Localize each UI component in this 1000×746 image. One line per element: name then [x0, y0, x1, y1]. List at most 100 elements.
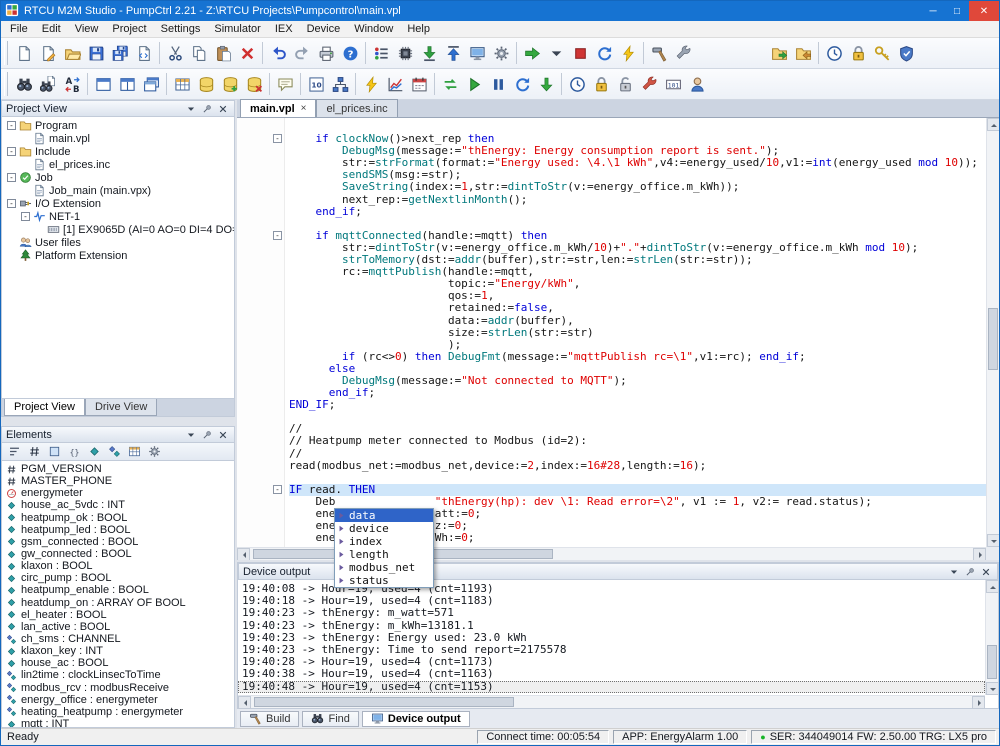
autocomplete-item-index[interactable]: index	[335, 535, 433, 548]
log-line[interactable]: 19:40:23 -> thEnergy: m_kWh=13181.1	[238, 620, 985, 632]
compile-button[interactable]	[369, 40, 393, 66]
find-files-button[interactable]	[36, 71, 60, 97]
lock-button[interactable]	[846, 40, 870, 66]
scrollbar-thumb[interactable]	[987, 645, 997, 679]
menu-iex[interactable]: IEX	[268, 21, 300, 37]
tree-item-program[interactable]: -Program	[2, 119, 234, 132]
code-line[interactable]: if (rc<>0) then DebugFmt(message:="mqttP…	[289, 351, 986, 363]
tree-item-1-ex9065d-ai-0-ao-0-di-4-do-5[interactable]: [1] EX9065D (AI=0 AO=0 DI=4 DO=5)	[2, 223, 234, 236]
key-button[interactable]	[870, 40, 894, 66]
refresh-button[interactable]	[592, 40, 616, 66]
hash-button[interactable]	[25, 444, 43, 460]
db3-button[interactable]	[242, 71, 266, 97]
bubble-button[interactable]	[273, 71, 297, 97]
element-mqtt-int[interactable]: mqtt : INT	[2, 718, 234, 728]
chevron-button[interactable]	[184, 428, 198, 441]
element-house-ac-5vdc-int[interactable]: house_ac_5vdc : INT	[2, 499, 234, 511]
autocomplete-item-data[interactable]: data	[335, 509, 433, 522]
redo-button[interactable]	[290, 40, 314, 66]
tab-build[interactable]: Build	[240, 711, 299, 727]
close-button[interactable]: ✕	[969, 1, 999, 21]
menu-edit[interactable]: Edit	[35, 21, 68, 37]
log-line[interactable]: 19:40:23 -> thEnergy: m_watt=571	[238, 607, 985, 619]
table-button[interactable]	[125, 444, 143, 460]
code-area[interactable]: if clockNow()>next_rep then DebugMsg(mes…	[286, 118, 986, 547]
closex-button[interactable]	[979, 565, 993, 578]
code-line[interactable]	[289, 411, 986, 423]
sort-button[interactable]	[5, 444, 23, 460]
undo-button[interactable]	[266, 40, 290, 66]
tab-main-vpl[interactable]: main.vpl×	[240, 99, 316, 117]
log-line[interactable]: 19:40:38 -> Hour=19, used=4 (cnt=1163)	[238, 668, 985, 680]
tree-item-user-files[interactable]: User files	[2, 236, 234, 249]
tree-item-job[interactable]: -Job	[2, 171, 234, 184]
element-lin2time-clocklinsectotime[interactable]: lin2time : clockLinsecToTime	[2, 669, 234, 681]
element-circ-pump-bool[interactable]: circ_pump : BOOL	[2, 572, 234, 584]
element-master-phone[interactable]: MASTER_PHONE	[2, 475, 234, 487]
num101-button[interactable]: 101	[661, 71, 685, 97]
element-lan-active-bool[interactable]: lan_active : BOOL	[2, 621, 234, 633]
upload-button[interactable]	[441, 40, 465, 66]
tab-project-view[interactable]: Project View	[4, 399, 85, 416]
element-house-ac-bool[interactable]: house_ac : BOOL	[2, 657, 234, 669]
page-edit-button[interactable]	[36, 40, 60, 66]
tree-expander[interactable]: -	[7, 199, 16, 208]
folder-out-button[interactable]	[791, 40, 815, 66]
calendar-button[interactable]	[407, 71, 431, 97]
log-vertical-scrollbar[interactable]	[985, 580, 998, 695]
scroll-up-arrow[interactable]	[987, 118, 1000, 131]
sync-button[interactable]	[438, 71, 462, 97]
minimize-button[interactable]: ─	[921, 1, 945, 21]
code-line[interactable]: next_rep:=getNextlinMonth();	[289, 194, 986, 206]
gear-button[interactable]	[145, 444, 163, 460]
scroll-up-arrow[interactable]	[986, 580, 999, 593]
title-bar[interactable]: RTCU M2M Studio - PumpCtrl 2.21 - Z:\RTC…	[1, 1, 999, 21]
autocomplete-item-status[interactable]: status	[335, 574, 433, 587]
tree-item-net-1[interactable]: -NET-1	[2, 210, 234, 223]
dropdown-button[interactable]	[544, 40, 568, 66]
find-button[interactable]	[12, 71, 36, 97]
scrollbar-thumb[interactable]	[254, 697, 514, 707]
menu-settings[interactable]: Settings	[154, 21, 208, 37]
tree-item-platform-extension[interactable]: Platform Extension	[2, 249, 234, 262]
tree-expander[interactable]: -	[7, 147, 16, 156]
scrollbar-thumb[interactable]	[988, 308, 998, 370]
element-heating-heatpump-energymeter[interactable]: heating_heatpump : energymeter	[2, 706, 234, 718]
box-button[interactable]	[45, 444, 63, 460]
struct-button[interactable]	[105, 444, 123, 460]
help-button[interactable]: ?	[338, 40, 362, 66]
delete-button[interactable]	[235, 40, 259, 66]
element-heatpump-ok-bool[interactable]: heatpump_ok : BOOL	[2, 512, 234, 524]
element-ch-sms-channel[interactable]: ch_sms : CHANNEL	[2, 633, 234, 645]
menu-project[interactable]: Project	[105, 21, 153, 37]
cut-button[interactable]	[163, 40, 187, 66]
element-el-heater-bool[interactable]: el_heater : BOOL	[2, 609, 234, 621]
gear-button[interactable]	[489, 40, 513, 66]
unlock-button[interactable]	[613, 71, 637, 97]
code-line[interactable]: end_if;	[289, 206, 986, 218]
monitor-button[interactable]	[465, 40, 489, 66]
scroll-right-arrow[interactable]	[972, 696, 985, 709]
code-line[interactable]: end_if;	[289, 387, 986, 399]
element-klaxon-key-int[interactable]: klaxon_key : INT	[2, 645, 234, 657]
editor-vertical-scrollbar[interactable]	[986, 118, 999, 547]
closex-button[interactable]	[216, 428, 230, 441]
scroll-left-arrow[interactable]	[238, 696, 251, 709]
element-gsm-connected-bool[interactable]: gsm_connected : BOOL	[2, 536, 234, 548]
autocomplete-item-length[interactable]: length	[335, 548, 433, 561]
pause-button[interactable]	[486, 71, 510, 97]
scroll-down-arrow[interactable]	[987, 534, 1000, 547]
lightning-button[interactable]	[359, 71, 383, 97]
chevron-button[interactable]	[947, 565, 961, 578]
tab-close-icon[interactable]: ×	[301, 103, 307, 114]
pin-button[interactable]	[200, 428, 214, 441]
log-horizontal-scrollbar[interactable]	[238, 695, 985, 708]
element-heatpump-led-bool[interactable]: heatpump_led : BOOL	[2, 524, 234, 536]
clock-button[interactable]	[565, 71, 589, 97]
element-gw-connected-bool[interactable]: gw_connected : BOOL	[2, 548, 234, 560]
log-line[interactable]: 19:40:48 -> Hour=19, used=4 (cnt=1153)	[238, 681, 985, 693]
window-button[interactable]	[91, 71, 115, 97]
run-button[interactable]	[520, 40, 544, 66]
autocomplete-item-device[interactable]: device	[335, 522, 433, 535]
tab-el-prices-inc[interactable]: el_prices.inc	[316, 99, 397, 117]
